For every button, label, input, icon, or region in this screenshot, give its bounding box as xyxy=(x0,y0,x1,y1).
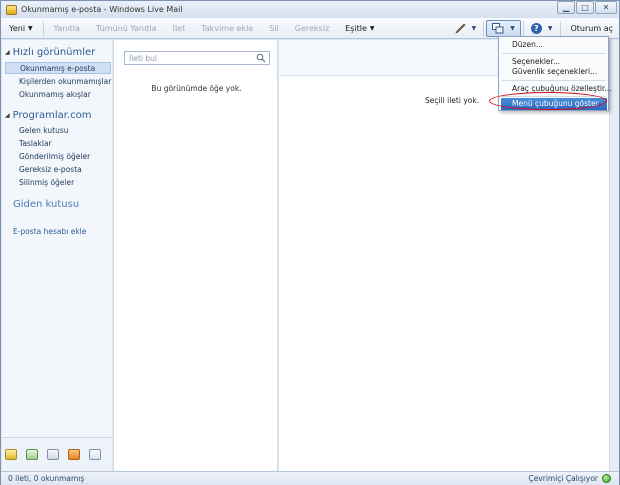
calendar-module-icon[interactable] xyxy=(26,449,38,460)
close-button[interactable]: ✕ xyxy=(595,1,617,14)
module-switcher xyxy=(2,437,112,471)
new-label: Yeni xyxy=(9,23,26,33)
app-window: Okunmamış e-posta - Windows Live Mail ▁ … xyxy=(0,0,620,485)
vertical-scrollbar[interactable] xyxy=(609,40,619,471)
chevron-down-icon: ▼ xyxy=(547,25,553,32)
sign-in-button[interactable]: Oturum aç xyxy=(563,24,620,33)
menus-button[interactable]: ▼ xyxy=(486,20,521,37)
sidebar-item-unread-feeds[interactable]: Okunmamış akışlar xyxy=(19,90,91,99)
annotation-circle xyxy=(489,92,607,110)
chevron-down-icon: ▼ xyxy=(510,25,515,32)
quick-views-header[interactable]: ◢ Hızlı görünümler xyxy=(5,47,95,58)
newsgroups-module-icon[interactable] xyxy=(89,449,101,460)
close-icon: ✕ xyxy=(602,3,610,12)
sidebar-item-drafts[interactable]: Taslaklar xyxy=(19,139,52,148)
toolbar-divider xyxy=(483,21,485,36)
search-icon[interactable] xyxy=(256,53,266,63)
contacts-module-icon[interactable] xyxy=(47,449,59,460)
add-to-calendar-button[interactable]: Takvime ekle xyxy=(193,18,261,39)
collapse-triangle-icon: ◢ xyxy=(5,49,10,56)
mail-app-icon xyxy=(6,4,17,15)
toolbar-divider xyxy=(559,21,561,36)
menu-item-safety-options[interactable]: Güvenlik seçenekleri... xyxy=(512,67,597,76)
menu-divider xyxy=(502,80,606,81)
account-title: Programlar.com xyxy=(12,110,92,121)
add-email-account-link[interactable]: E-posta hesabı ekle xyxy=(13,227,86,236)
toolbar-divider xyxy=(42,20,44,36)
forward-button[interactable]: İlet xyxy=(165,18,194,39)
menu-divider xyxy=(502,53,606,54)
chevron-down-icon: ▼ xyxy=(28,24,33,32)
menu-item-options[interactable]: Seçenekler... xyxy=(512,57,560,66)
collapse-triangle-icon: ◢ xyxy=(5,112,10,119)
menu-icon xyxy=(492,23,504,34)
sync-label: Eşitle xyxy=(345,23,367,33)
stationery-button[interactable]: ▼ xyxy=(450,20,482,37)
toolbar-divider xyxy=(522,21,524,36)
sidebar-item-inbox[interactable]: Gelen kutusu xyxy=(19,126,68,135)
title-bar: Okunmamış e-posta - Windows Live Mail ▁ … xyxy=(1,1,619,18)
quick-views-title: Hızlı görünümler xyxy=(12,47,96,58)
junk-button[interactable]: Gereksiz xyxy=(287,18,337,39)
feeds-module-icon[interactable] xyxy=(68,449,80,460)
new-button[interactable]: Yeni ▼ xyxy=(1,18,41,39)
reply-all-button[interactable]: Tümünü Yanıtla xyxy=(88,18,165,39)
connection-status[interactable]: Çevrimiçi Çalışıyor xyxy=(528,474,611,483)
menu-item-layout[interactable]: Düzen... xyxy=(512,40,543,49)
sync-button[interactable]: Eşitle ▼ xyxy=(337,18,382,39)
chevron-down-icon: ▼ xyxy=(369,24,375,32)
sidebar-item-outbox[interactable]: Giden kutusu xyxy=(13,199,79,210)
maximize-icon: □ xyxy=(581,3,589,12)
folder-pane: ◢ Hızlı görünümler Okunmamış e-posta Kiş… xyxy=(2,40,112,471)
window-title: Okunmamış e-posta - Windows Live Mail xyxy=(21,5,183,14)
sidebar-item-deleted[interactable]: Silinmiş öğeler xyxy=(19,178,74,187)
delete-button[interactable]: Sil xyxy=(261,18,287,39)
minimize-button[interactable]: ▁ xyxy=(557,1,575,14)
sidebar-item-junk[interactable]: Gereksiz e-posta xyxy=(19,165,82,174)
window-controls: ▁ □ ✕ xyxy=(557,1,617,14)
no-message-selected-text: Seçili ileti yok. xyxy=(425,96,480,105)
online-status-icon xyxy=(602,474,611,483)
sidebar-item-unread-from-contacts[interactable]: Kişilerden okunmamışlar xyxy=(19,77,111,86)
chevron-down-icon: ▼ xyxy=(471,25,477,32)
search-box[interactable]: İleti bul xyxy=(124,51,270,65)
help-button[interactable]: ? ▼ xyxy=(526,20,558,37)
help-icon: ? xyxy=(530,23,542,34)
reply-button[interactable]: Yanıtla xyxy=(46,18,88,39)
account-header[interactable]: ◢ Programlar.com xyxy=(5,110,91,121)
message-count-status: 0 ileti, 0 okunmamış xyxy=(8,474,85,483)
pen-icon xyxy=(454,23,466,34)
maximize-button[interactable]: □ xyxy=(576,1,594,14)
connection-status-label: Çevrimiçi Çalışıyor xyxy=(528,474,598,483)
status-bar: 0 ileti, 0 okunmamış Çevrimiçi Çalışıyor xyxy=(1,471,619,485)
sidebar-item-unread-email[interactable]: Okunmamış e-posta xyxy=(5,62,111,74)
search-input[interactable]: İleti bul xyxy=(129,54,157,63)
minimize-icon: ▁ xyxy=(562,3,570,12)
sidebar-item-sent[interactable]: Gönderilmiş öğeler xyxy=(19,152,90,161)
mail-module-icon[interactable] xyxy=(5,449,17,460)
message-list: İleti bul Bu görünümde öğe yok. xyxy=(113,40,278,471)
empty-list-message: Bu görünümde öğe yok. xyxy=(151,84,242,93)
